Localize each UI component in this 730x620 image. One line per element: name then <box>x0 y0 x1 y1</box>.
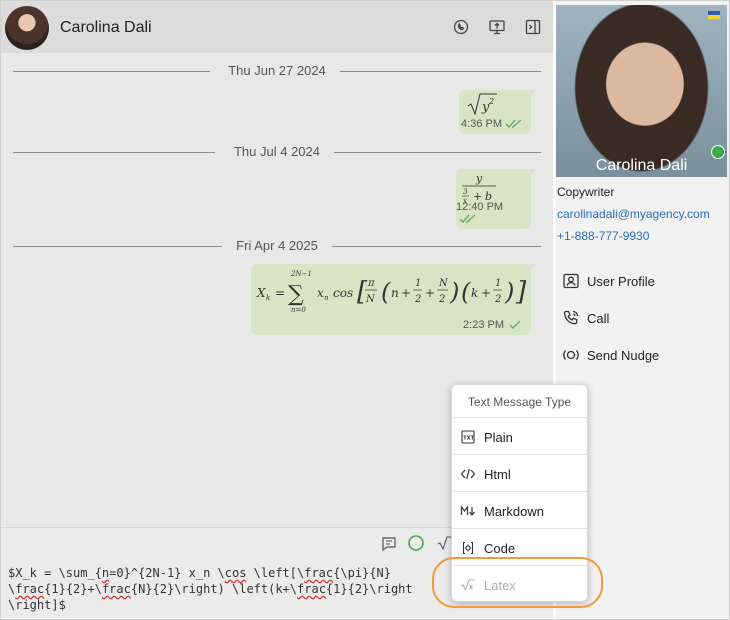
menu-title: Text Message Type <box>467 395 572 409</box>
latex-input[interactable]: $X_k = \sum_{n=0}^{2N-1} x_n \cos \left[… <box>8 565 448 613</box>
svg-text:N: N <box>438 278 449 289</box>
svg-text:cos: cos <box>333 286 353 300</box>
message-meta: 12:40 PM <box>456 201 523 225</box>
phone-ring-icon[interactable] <box>452 18 470 36</box>
code-brackets-icon <box>460 468 476 480</box>
double-check-icon <box>505 119 522 129</box>
flag-icon <box>708 11 720 19</box>
message-type-icon[interactable] <box>380 533 398 553</box>
math-sqrt-y2: y 2 <box>467 93 497 116</box>
markdown-icon <box>460 505 475 516</box>
svg-text:x: x <box>317 286 324 300</box>
svg-text:n=0: n=0 <box>291 306 306 314</box>
svg-text:]: ] <box>515 277 527 307</box>
svg-text:∑: ∑ <box>288 282 304 307</box>
svg-text:(: ( <box>381 278 391 306</box>
date-separator: Thu Jun 27 2024 <box>13 63 541 79</box>
nudge-icon <box>563 350 579 360</box>
date-separator: Thu Jul 4 2024 <box>13 144 541 160</box>
message-bubble[interactable]: Xk = 2N−1 ∑ n=0 xn cos [ π N ( n + 1 2 +… <box>251 264 537 335</box>
txt-icon: TXT <box>461 430 475 444</box>
profile-name: Carolina Dali <box>595 157 688 174</box>
phone-icon <box>563 310 579 325</box>
svg-text:k: k <box>471 286 478 300</box>
svg-text:+: + <box>425 286 435 300</box>
profile-phone-link[interactable]: +1-888-777-9930 <box>557 229 649 243</box>
user-card-icon <box>563 273 579 289</box>
svg-text:2N−1: 2N−1 <box>290 270 312 278</box>
double-check-icon <box>459 214 476 224</box>
svg-text:k: k <box>266 294 270 302</box>
contact-name: Carolina Dali <box>60 19 152 36</box>
menu-item-plain[interactable]: TXT Plain <box>452 417 587 454</box>
message-meta: 2:23 PM <box>463 319 523 331</box>
screen-share-icon[interactable] <box>488 18 506 36</box>
svg-text:n: n <box>324 294 329 302</box>
menu-item-markdown[interactable]: Markdown <box>452 491 587 528</box>
chat-header: Carolina Dali <box>1 1 553 53</box>
svg-text:+: + <box>401 286 411 300</box>
profile-photo: Carolina Dali <box>556 5 727 177</box>
svg-text:1: 1 <box>415 278 421 289</box>
svg-text:2: 2 <box>438 294 445 305</box>
code-gear-icon <box>462 541 474 555</box>
latex-highlight-annotation <box>432 557 603 608</box>
svg-text:3: 3 <box>463 188 468 196</box>
math-dct-formula: Xk = 2N−1 ∑ n=0 xn cos [ π N ( n + 1 2 +… <box>256 270 527 314</box>
avatar[interactable] <box>5 6 49 50</box>
svg-text:2: 2 <box>494 294 501 305</box>
svg-text:n: n <box>391 286 399 300</box>
message-bubble[interactable]: y 2 4:36 PM <box>459 90 537 134</box>
svg-text:): ) <box>449 278 459 306</box>
svg-text:2: 2 <box>414 294 421 305</box>
date-separator: Fri Apr 4 2025 <box>13 238 541 254</box>
svg-text:X: X <box>256 286 266 300</box>
check-icon <box>509 320 521 329</box>
svg-text:N: N <box>365 294 376 305</box>
svg-text:): ) <box>504 278 514 306</box>
menu-item-html[interactable]: Html <box>452 454 587 491</box>
message-bubble[interactable]: y 3 x + b 12:40 PM <box>456 169 537 229</box>
svg-text:y: y <box>475 172 483 185</box>
svg-text:TXT: TXT <box>463 436 474 442</box>
profile-email-link[interactable]: carolinadali@myagency.com <box>557 207 710 221</box>
sidebar-toggle-icon[interactable] <box>524 18 542 36</box>
profile-role: Copywriter <box>557 185 615 199</box>
status-circle-icon[interactable] <box>407 533 425 553</box>
svg-text:1: 1 <box>495 278 501 289</box>
svg-text:2: 2 <box>488 97 494 106</box>
svg-text:=: = <box>275 286 285 300</box>
online-status-icon <box>711 145 725 159</box>
svg-text:(: ( <box>461 278 471 306</box>
message-meta: 4:36 PM <box>461 118 523 130</box>
svg-text:π: π <box>367 278 375 289</box>
svg-text:+: + <box>481 286 491 300</box>
